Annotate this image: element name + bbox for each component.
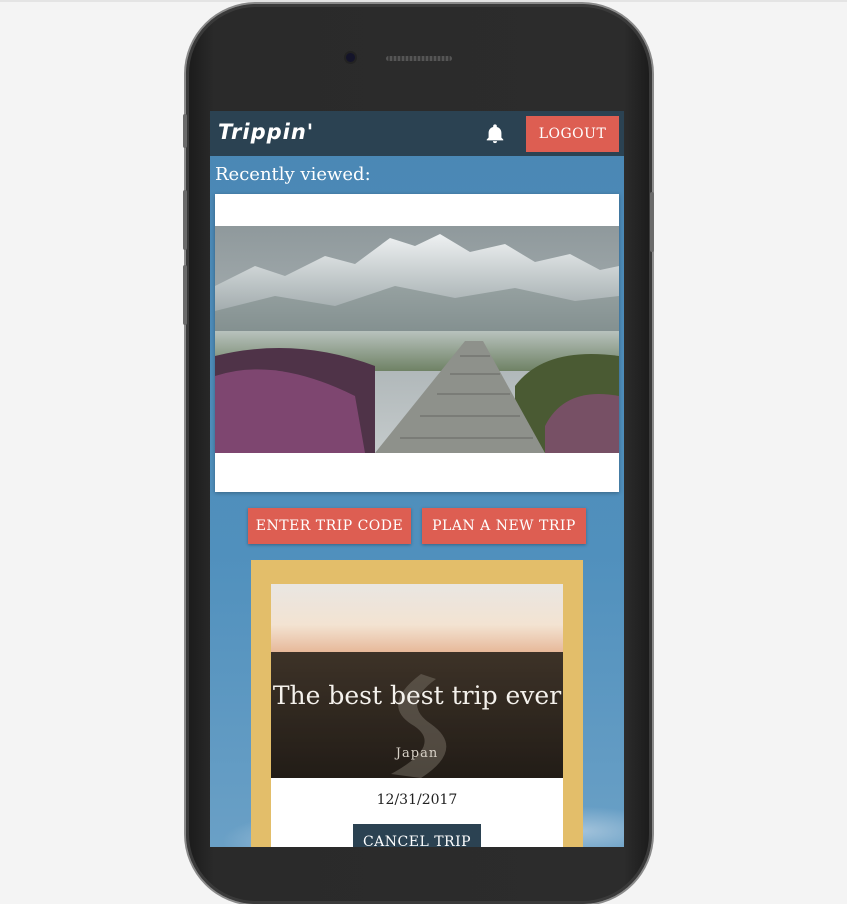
mountain-path-image [215, 226, 619, 453]
phone-power-button [650, 192, 654, 252]
app-screen: Trippin' LOGOUT Recently viewed: ENTER T… [210, 111, 624, 847]
phone-camera [346, 53, 355, 62]
trip-title: The best best trip ever [272, 681, 562, 710]
recently-viewed-label: Recently viewed: [215, 164, 371, 185]
enter-trip-code-button[interactable]: ENTER TRIP CODE [248, 508, 411, 544]
brand-logo[interactable]: Trippin' [218, 120, 314, 144]
plan-new-trip-button[interactable]: PLAN A NEW TRIP [422, 508, 586, 544]
phone-mute-switch [183, 114, 187, 148]
phone-volume-down [183, 265, 187, 325]
recent-trip-card[interactable] [215, 194, 619, 492]
phone-volume-up [183, 190, 187, 250]
navbar: Trippin' LOGOUT [210, 111, 624, 156]
trip-date: 12/31/2017 [376, 792, 458, 808]
trip-card[interactable]: The best best trip ever Japan 12/31/2017… [271, 584, 563, 847]
phone-speaker [386, 56, 452, 61]
logout-button[interactable]: LOGOUT [526, 116, 619, 152]
bell-icon[interactable] [484, 123, 506, 145]
browser-top-edge [0, 0, 847, 2]
trip-location: Japan [395, 746, 439, 761]
trip-cover-image: The best best trip ever Japan [271, 584, 563, 778]
trip-card-container: The best best trip ever Japan 12/31/2017… [251, 560, 583, 847]
cancel-trip-button[interactable]: CANCEL TRIP [353, 824, 481, 847]
